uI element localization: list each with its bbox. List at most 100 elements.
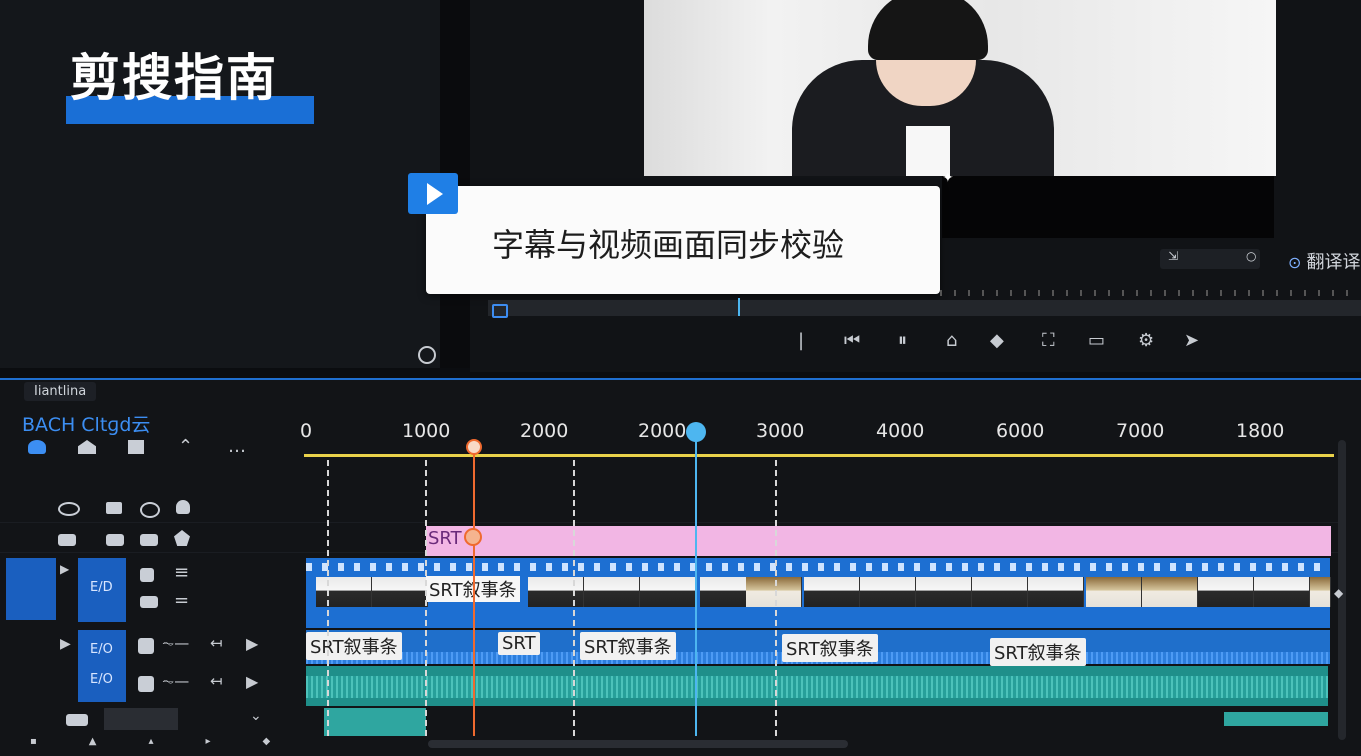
play-track-icon[interactable]: ▶ [246,672,258,691]
play-track-icon[interactable]: ▶ [246,634,258,653]
layers-toggle-icon[interactable] [140,502,160,518]
video-frame [644,0,1276,176]
chevron-up-icon[interactable]: ⌃ [178,436,193,457]
scrubber-ticks [940,290,1360,296]
sync-icon[interactable] [176,500,190,514]
waveform-icon[interactable]: ⏦— [162,672,189,690]
playhead-blue[interactable] [695,440,697,736]
chevron-down-icon[interactable]: ⌄ [250,708,262,724]
clip-thumbnail [1198,577,1254,607]
video-below-bar [942,176,1274,238]
stack-icon[interactable] [140,596,158,608]
caption-callout: 字幕与视频画面同步校验 [426,186,940,294]
solo-icon[interactable] [140,534,158,546]
more-icon[interactable]: … [228,436,246,457]
clip-thumbnail [1310,577,1331,607]
presenter-hair [868,0,988,60]
brand-title: 剪搜指南 [70,49,278,107]
fit-dropdown[interactable]: ⇲ ○ [1160,249,1260,269]
ruler-tick: 2000 [638,420,687,442]
srt-clip[interactable]: SRT [426,526,1331,556]
clip-thumbnail [746,577,802,607]
audio-clip[interactable] [1224,712,1328,726]
marker-line [573,460,575,736]
horizontal-scrollbar[interactable] [428,740,848,748]
clip-thumbnail [1254,577,1310,607]
callout-text: 字幕与视频画面同步校验 [492,226,845,264]
clip-thumbnail [584,577,640,607]
video-track-button[interactable]: E/D [78,558,126,622]
track-name-field[interactable] [104,708,178,730]
lock-icon[interactable] [106,502,122,514]
volume-icon[interactable]: ◆ [990,330,1004,351]
save-icon[interactable] [138,638,154,654]
return-arrow-icon[interactable]: ↤ [210,672,223,690]
track-target-icon[interactable] [58,534,76,546]
stop-icon[interactable] [128,440,144,454]
dropdown-icon: ○ [1246,249,1257,263]
ruler-tick: 3000 [756,420,805,442]
audio-clip-label: SRT叙事条 [782,634,878,662]
ruler-line [304,454,1334,457]
clip-thumbnail [1142,577,1198,607]
pause-icon[interactable]: ⏸ [898,330,907,351]
clip-thumbnail [1086,577,1142,607]
ruler-tick: 7000 [1116,420,1165,442]
srt-clip-label: SRT [428,528,462,549]
scroll-handle-icon[interactable]: ◆ [1334,586,1343,600]
ruler-tick: 0 [300,420,313,442]
ruler-tick: 4000 [876,420,925,442]
eye-icon[interactable] [58,502,80,516]
ruler-tick: 1000 [402,420,451,442]
save-icon[interactable] [138,676,154,692]
equal-icon[interactable]: = [174,590,189,611]
sprocket-strip [306,563,1330,571]
timeline-tab[interactable]: Iiantlina [24,382,97,401]
mute-icon[interactable] [106,534,124,546]
settings-icon[interactable]: ⚙ [1138,330,1154,351]
clip-thumbnail [372,577,428,607]
clip-thumbnail [316,577,372,607]
safe-margins-icon[interactable]: ⛶ [1042,330,1055,351]
playhead-orange-handle[interactable] [466,439,482,455]
audio-clip-label: SRT [498,632,540,655]
clip-thumbnail [972,577,1028,607]
share-icon[interactable]: ➤ [1184,330,1199,351]
ruler-tick: 6000 [996,420,1045,442]
translate-label: 翻译译 [1306,252,1361,273]
export-frame-icon[interactable]: ▭ [1088,330,1105,351]
menu-icon[interactable]: ≡ [174,562,189,583]
waveform-icon[interactable]: ⏦— [162,634,189,652]
marker-line [775,460,777,736]
clip-thumbnail [528,577,584,607]
playhead-orange[interactable] [473,446,475,736]
video-track-selector[interactable] [6,558,56,620]
playhead-orange-knob[interactable] [464,528,482,546]
project-name: BACH Cltɡd云 [22,414,151,436]
mark-button[interactable]: | [798,330,804,351]
step-back-icon[interactable]: ⏮ [844,330,860,351]
expand-arrow-icon[interactable]: ▶ [60,636,71,652]
in-point-icon[interactable] [492,304,508,318]
film-icon[interactable] [140,568,154,582]
translate-icon: ⊙ [1288,253,1302,272]
program-playhead[interactable] [738,298,740,316]
track-row [0,492,1340,523]
translate-toggle[interactable]: ⊙ 翻译译 [1288,248,1361,274]
expand-arrow-icon[interactable]: ▶ [60,562,69,576]
home-icon[interactable]: ⌂ [946,330,957,351]
clip-thumbnail [916,577,972,607]
audio-clip[interactable] [324,708,426,736]
playhead-blue-handle[interactable] [686,422,706,442]
layers-icon[interactable] [28,440,46,454]
clip-thumbnail [860,577,916,607]
audio-clip-label: SRT叙事条 [580,632,676,660]
program-scrubber[interactable] [488,300,1361,316]
audio-track-button[interactable]: E/O [78,660,126,702]
zoom-icon[interactable] [418,346,436,364]
return-arrow-icon[interactable]: ↤ [210,634,223,652]
audio-waveform [306,676,1328,698]
ruler-tick: 2000 [520,420,569,442]
marker-line [425,460,427,736]
camera-icon[interactable] [66,714,88,726]
